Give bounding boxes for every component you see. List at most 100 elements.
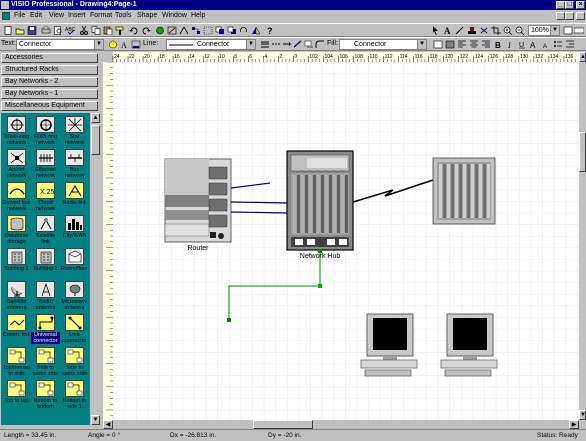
italic-icon[interactable]: I (505, 40, 515, 49)
chevron-down-icon[interactable]: ▼ (417, 40, 426, 49)
connector-midpoint-handle[interactable] (318, 284, 322, 288)
connection-point-icon[interactable] (479, 26, 489, 35)
pointer-tool-icon[interactable] (431, 26, 441, 35)
undo-icon[interactable] (129, 26, 139, 35)
align-right-icon[interactable] (481, 40, 491, 49)
stencil-master[interactable]: Database storage (2, 214, 31, 245)
stencil-master[interactable]: Star network (60, 115, 89, 146)
menu-edit[interactable]: Edit (30, 10, 42, 22)
line-ends-icon[interactable] (282, 40, 292, 49)
stencil-master[interactable]: Arcnet network (2, 148, 31, 179)
shadow-icon[interactable] (304, 40, 314, 49)
font-size-up-icon[interactable]: A (529, 40, 539, 49)
align-center-icon[interactable] (469, 40, 479, 49)
maximize-button[interactable]: □ (565, 1, 574, 9)
server-rack-shape[interactable] (432, 157, 496, 225)
fill-style-combo[interactable]: Connector ▼ (339, 39, 427, 50)
style-icon[interactable] (108, 40, 118, 49)
stencil-master[interactable]: Curved bus network (2, 181, 31, 212)
flip-icon[interactable] (251, 26, 261, 35)
stencil-master[interactable]: Building 1 (2, 247, 31, 278)
visio-app-icon[interactable] (1, 1, 9, 9)
doc-close-button[interactable] (576, 12, 585, 20)
stencil-scroll-thumb[interactable] (91, 125, 100, 155)
chevron-down-icon[interactable]: ▼ (94, 40, 103, 49)
doc-minimize-button[interactable] (556, 12, 565, 20)
text-block-icon[interactable]: A (120, 40, 130, 49)
stencil-tab-bay-networks-1[interactable]: Bay Networks - 1 (1, 89, 98, 99)
stencil-tab-bay-networks-2[interactable]: Bay Networks - 2 (1, 77, 98, 87)
stencil-master[interactable]: X.25 Cloud network (31, 181, 60, 212)
group-icon[interactable] (203, 26, 213, 35)
paste-icon[interactable] (103, 26, 113, 35)
pc-workstation-shape[interactable] (440, 313, 498, 377)
menu-insert[interactable]: Insert (68, 10, 86, 22)
zoom-out-icon[interactable] (515, 26, 525, 35)
bring-front-icon[interactable] (215, 26, 225, 35)
print-preview-icon[interactable] (53, 26, 63, 35)
chevron-down-icon[interactable]: ▼ (550, 26, 559, 35)
stencil-master[interactable]: Comm. link (2, 313, 31, 344)
canvas-hscroll-thumb[interactable] (253, 420, 313, 429)
minimize-button[interactable]: _ (556, 1, 565, 9)
stencil-master[interactable]: Bus network (60, 148, 89, 179)
menu-help[interactable]: Help (191, 10, 205, 22)
zoom-in-icon[interactable] (503, 26, 513, 35)
stencil-master[interactable]: Universal connector (31, 313, 60, 344)
stencil-master[interactable]: Side to same side (60, 346, 89, 377)
menu-window[interactable]: Window (162, 10, 187, 22)
canvas-vscroll-thumb[interactable] (579, 132, 586, 172)
router-shape[interactable] (164, 158, 232, 243)
stencil-master[interactable]: Radio link (60, 181, 89, 212)
pencil-tool-icon[interactable] (455, 26, 465, 35)
stencil-master[interactable]: Microwave antenna (60, 280, 89, 311)
stamp-tool-icon[interactable] (467, 26, 477, 35)
whole-page-icon[interactable] (563, 26, 573, 35)
copy-icon[interactable] (91, 26, 101, 35)
open-icon[interactable] (15, 26, 25, 35)
stencil-master[interactable]: Top to top (2, 379, 31, 410)
network-hub-shape[interactable] (286, 150, 354, 251)
zoom-combo[interactable]: 100% ▼ (528, 25, 560, 36)
menu-tools[interactable]: Tools (115, 10, 131, 22)
scroll-left-icon[interactable]: ◀ (103, 420, 113, 429)
underline-icon[interactable]: U (517, 40, 527, 49)
bold-icon[interactable]: B (493, 40, 503, 49)
text-style-combo[interactable]: Connector ▼ (16, 39, 104, 50)
scroll-down-icon[interactable]: ▼ (91, 415, 100, 425)
page-width-icon[interactable] (574, 26, 584, 35)
stencil-master[interactable]: Satellite link (31, 214, 60, 245)
layout-icon[interactable] (191, 26, 201, 35)
align-left-icon[interactable] (457, 40, 467, 49)
rotate-icon[interactable] (239, 26, 249, 35)
stencil-master[interactable]: Bottom to bottom (31, 379, 60, 410)
scroll-down-icon[interactable]: ▼ (579, 410, 586, 420)
stencil-master[interactable]: Side to same side (31, 346, 60, 377)
scroll-up-icon[interactable]: ▲ (91, 113, 100, 123)
stencil-master[interactable]: FDDI ring network (31, 115, 60, 146)
stencil-master[interactable]: Building 2 (31, 247, 60, 278)
new-icon[interactable] (3, 26, 13, 35)
line-style-combo[interactable]: Connector ▼ (166, 39, 256, 50)
stencil-tab-structured-racks[interactable]: Structured Racks (1, 65, 98, 75)
scroll-up-icon[interactable]: ▲ (579, 52, 586, 62)
stencil-master[interactable]: Satellite antenna (2, 280, 31, 311)
pc-workstation-shape[interactable] (360, 313, 418, 377)
drawing-tools-icon[interactable] (167, 26, 177, 35)
scroll-right-icon[interactable]: ▶ (569, 420, 579, 429)
text-tool-icon[interactable]: A (443, 26, 453, 35)
cut-icon[interactable] (79, 26, 89, 35)
stencil-master[interactable]: Room/floor (60, 247, 89, 278)
stencil-icon[interactable] (155, 26, 165, 35)
fill-pattern-icon[interactable] (445, 40, 455, 49)
menu-format[interactable]: Format (90, 10, 112, 22)
doc-restore-button[interactable] (565, 12, 574, 20)
print-icon[interactable] (41, 26, 51, 35)
line-color-icon[interactable] (293, 40, 303, 49)
connector-end-handle[interactable] (227, 318, 231, 322)
menu-shape[interactable]: Shape (137, 10, 157, 22)
save-icon[interactable] (27, 26, 37, 35)
fill-color-icon[interactable] (433, 40, 443, 49)
crop-tool-icon[interactable] (491, 26, 501, 35)
stencil-master[interactable]: Top/bottom to side (2, 346, 31, 377)
